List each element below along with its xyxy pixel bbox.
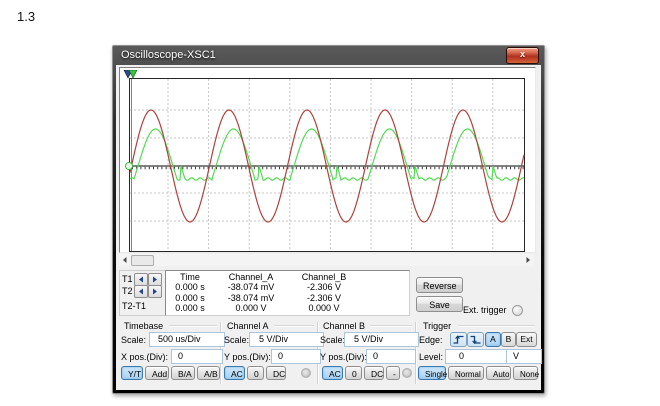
t1-label: T1 xyxy=(122,274,133,284)
trigger-level-unit-field[interactable]: V xyxy=(506,349,542,364)
t2-channel-a: -38.074 mV xyxy=(214,293,288,303)
rising-edge-button[interactable] xyxy=(450,332,467,347)
channel-b-title: Channel B xyxy=(323,321,365,331)
channel-b-marker-icon xyxy=(125,162,133,170)
scope-plot xyxy=(129,78,525,252)
t2-t1-channel-a: 0.000 V xyxy=(214,303,288,313)
figure-label: 1.3 xyxy=(17,9,35,24)
horizontal-scrollbar[interactable] xyxy=(119,254,534,266)
channel-b-led-icon xyxy=(402,368,412,378)
col-channel-b: Channel_B xyxy=(288,272,360,282)
t2-right-button[interactable] xyxy=(148,285,162,298)
t2-label: T2 xyxy=(122,286,133,296)
channel-a-ac-button[interactable]: AC xyxy=(224,366,245,380)
trigger-source-b-button[interactable]: B xyxy=(501,332,516,347)
save-button[interactable]: Save xyxy=(416,296,463,312)
t2-t1-channel-b: 0.000 V xyxy=(288,303,360,313)
readout-header-row: Time Channel_A Channel_B xyxy=(166,272,409,282)
window-title: Oscilloscope-XSC1 xyxy=(121,49,216,61)
oscilloscope-window: Oscilloscope-XSC1 x xyxy=(112,45,545,394)
trigger-level-label: Level: xyxy=(419,352,443,362)
groupbox-line xyxy=(274,325,314,327)
window-body: T1 T2 T2-T1 Time Channel_A Channel_B xyxy=(116,65,541,390)
t2-time: 0.000 s xyxy=(166,293,214,303)
trigger-source-ext-button[interactable]: Ext xyxy=(516,332,537,347)
trigger-normal-button[interactable]: Normal xyxy=(448,366,484,380)
close-icon: x xyxy=(520,49,525,59)
ext-trigger-label: Ext. trigger xyxy=(463,305,507,315)
timebase-xpos-field[interactable]: 0 xyxy=(171,349,223,364)
t2-t1-label: T2-T1 xyxy=(122,301,146,311)
trigger-single-button[interactable]: Single xyxy=(418,366,446,380)
groupbox-line xyxy=(169,325,217,327)
falling-edge-icon xyxy=(469,333,482,346)
channel-a-ypos-label: Y pos.(Div): xyxy=(224,352,271,362)
timebase-ab-button[interactable]: A/B xyxy=(197,366,220,380)
scope-display xyxy=(119,67,536,253)
channel-a-ypos-field[interactable]: 0 xyxy=(271,349,321,364)
cursor-readout-table: Time Channel_A Channel_B 0.000 s -38.074… xyxy=(165,270,410,316)
channel-a-zero-button[interactable]: 0 xyxy=(247,366,264,380)
channel-a-scale-label: Scale: xyxy=(224,335,249,345)
channel-b-ypos-field[interactable]: 0 xyxy=(366,349,416,364)
rising-edge-icon xyxy=(452,333,465,346)
scrollbar-thumb[interactable] xyxy=(131,255,154,266)
ext-trigger-radio[interactable] xyxy=(512,305,523,316)
timebase-xpos-label: X pos.(Div): xyxy=(121,352,168,362)
title-bar[interactable]: Oscilloscope-XSC1 x xyxy=(113,46,544,65)
channel-a-dc-button[interactable]: DC xyxy=(266,366,286,380)
cursor-handle-icons[interactable] xyxy=(123,70,139,79)
channel-b-scale-label: Scale: xyxy=(320,335,345,345)
trigger-none-button[interactable]: None xyxy=(513,366,538,380)
reverse-button[interactable]: Reverse xyxy=(416,277,463,293)
t2-left-button[interactable] xyxy=(134,285,148,298)
channel-a-scale-field[interactable]: 5 V/Div xyxy=(249,332,324,347)
timebase-scale-field[interactable]: 500 us/Div xyxy=(149,332,225,347)
t1-time: 0.000 s xyxy=(166,282,214,292)
channel-b-scale-field[interactable]: 5 V/Div xyxy=(344,332,419,347)
channel-b-ac-button[interactable]: AC xyxy=(322,366,343,380)
t1-channel-b: -2.306 V xyxy=(288,282,360,292)
channel-b-dc-button[interactable]: DC xyxy=(364,366,384,380)
readout-row-t2-t1: 0.000 s 0.000 V 0.000 V xyxy=(166,303,409,313)
trigger-edge-label: Edge: xyxy=(419,335,443,345)
readout-row-t2: 0.000 s -38.074 mV -2.306 V xyxy=(166,293,409,303)
timebase-add-button[interactable]: Add xyxy=(145,366,169,380)
timebase-ba-button[interactable]: B/A xyxy=(171,366,195,380)
channel-b-ypos-label: Y pos.(Div): xyxy=(320,352,367,362)
col-time: Time xyxy=(166,272,214,282)
channel-b-zero-button[interactable]: 0 xyxy=(345,366,362,380)
scroll-right-icon[interactable] xyxy=(523,255,533,265)
t2-channel-b: -2.306 V xyxy=(288,293,360,303)
scroll-left-icon[interactable] xyxy=(120,255,130,265)
timebase-title: Timebase xyxy=(124,321,163,331)
channel-b-minus-button[interactable]: - xyxy=(386,366,400,380)
col-channel-a: Channel_A xyxy=(214,272,288,282)
groupbox-line xyxy=(370,325,412,327)
groupbox-line xyxy=(458,325,535,327)
cursor-control-box: T1 T2 T2-T1 xyxy=(119,270,166,316)
screenshot-stage: 1.3 Oscilloscope-XSC1 x xyxy=(0,0,660,406)
trigger-source-a-button[interactable]: A xyxy=(485,332,501,347)
readout-row-t1: 0.000 s -38.074 mV -2.306 V xyxy=(166,282,409,292)
trigger-title: Trigger xyxy=(423,321,451,331)
falling-edge-button[interactable] xyxy=(467,332,484,347)
waveform-canvas xyxy=(130,79,524,251)
channel-a-led-icon xyxy=(301,368,311,378)
t2-t1-time: 0.000 s xyxy=(166,303,214,313)
channel-a-title: Channel A xyxy=(227,321,269,331)
trigger-auto-button[interactable]: Auto xyxy=(486,366,511,380)
timebase-yt-button[interactable]: Y/T xyxy=(121,366,143,380)
close-button[interactable]: x xyxy=(506,47,539,64)
timebase-scale-label: Scale: xyxy=(121,335,146,345)
t1-channel-a: -38.074 mV xyxy=(214,282,288,292)
